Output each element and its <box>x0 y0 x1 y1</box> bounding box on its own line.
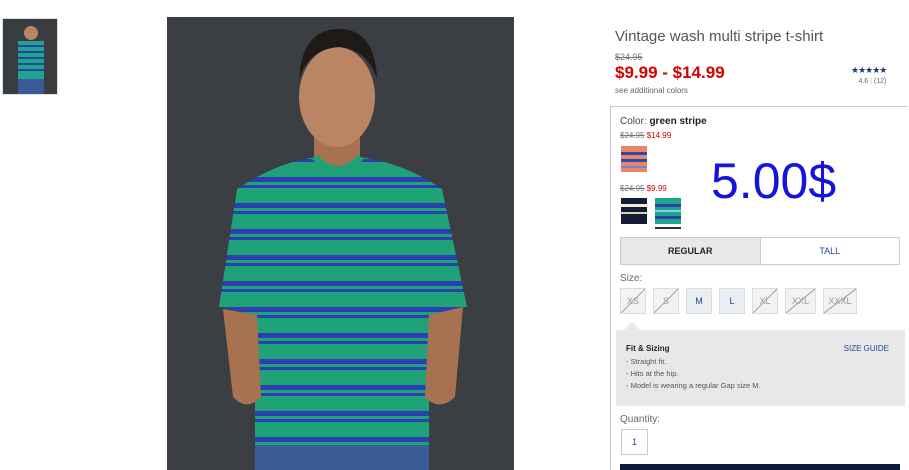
color-label: Color: green stripe <box>620 116 707 127</box>
size-l[interactable]: L <box>719 288 745 314</box>
sale-price-range: $9.99 - $14.99 <box>615 63 725 82</box>
size-options: XS S M L XL XXL XXXL <box>620 288 857 314</box>
fit-tabs: REGULAR TALL <box>620 237 900 265</box>
size-guide-link[interactable]: SIZE GUIDE <box>844 344 889 353</box>
selected-swatch-indicator <box>655 227 681 229</box>
swatch-coral-stripe[interactable] <box>621 146 647 172</box>
rating-meta: 4.6 | (12) <box>858 78 887 85</box>
rating-count: (12) <box>873 78 887 85</box>
rating-stars-icon: ★★★★★ <box>851 65 887 75</box>
size-xs[interactable]: XS <box>620 288 646 314</box>
size-s[interactable]: S <box>653 288 679 314</box>
size-label: Size: <box>620 273 643 284</box>
size-xl[interactable]: XL <box>752 288 778 314</box>
product-main-image <box>167 17 514 470</box>
quantity-label: Quantity: <box>620 414 661 425</box>
fit-bullet: - Hits at the hip. <box>626 369 679 378</box>
tab-regular[interactable]: REGULAR <box>621 238 761 264</box>
original-price: $24.95 <box>615 52 643 62</box>
overlay-price-text: 5.00$ <box>711 153 837 209</box>
fit-bullet: - Model is wearing a regular Gap size M. <box>626 381 761 390</box>
selected-color-name: green stripe <box>649 116 707 127</box>
rating-score: 4.6 <box>858 78 869 85</box>
product-thumbnail[interactable] <box>2 18 58 95</box>
tab-tall[interactable]: TALL <box>760 238 899 264</box>
product-title: Vintage wash multi stripe t-shirt <box>615 28 824 45</box>
swatch-group-1-price: $24.95 $14.99 <box>620 131 672 140</box>
swatch-navy-stripe[interactable] <box>621 198 647 224</box>
quantity-input[interactable]: 1 <box>621 429 648 455</box>
fit-sizing-list: - Straight fit. - Hits at the hip. - Mod… <box>626 356 761 392</box>
see-additional-colors-link[interactable]: see additional colors <box>615 86 688 95</box>
fit-sizing-title: Fit & Sizing <box>626 344 670 353</box>
swatch-group-2-price: $24.95 $9.99 <box>620 184 667 193</box>
size-xxl[interactable]: XXL <box>785 288 816 314</box>
size-m[interactable]: M <box>686 288 712 314</box>
size-xxxl[interactable]: XXXL <box>823 288 857 314</box>
product-rating[interactable]: ★★★★★ 4.6 | (12) <box>851 65 887 85</box>
fit-sizing-box: Fit & Sizing SIZE GUIDE - Straight fit. … <box>616 322 905 406</box>
add-to-bag-button[interactable] <box>620 464 900 470</box>
swatch-green-stripe[interactable] <box>654 197 682 225</box>
fit-bullet: - Straight fit. <box>626 357 667 366</box>
